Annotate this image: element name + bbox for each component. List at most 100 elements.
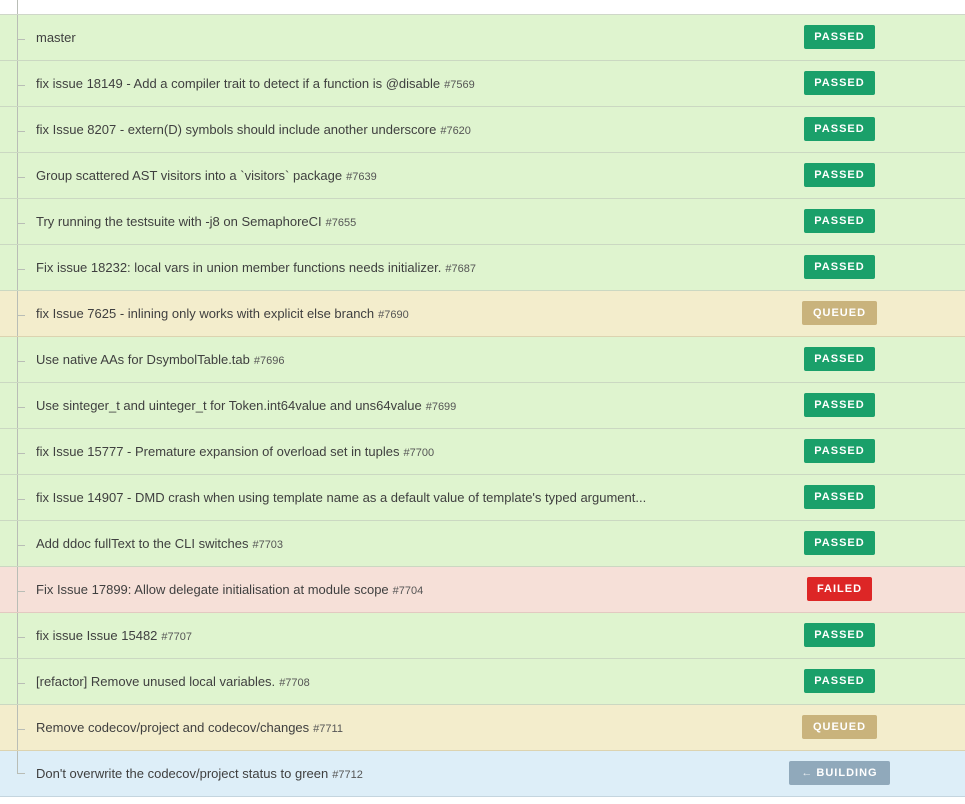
list-item[interactable]: Try running the testsuite with -j8 on Se… (0, 199, 965, 245)
branch-connector-icon (17, 173, 25, 178)
item-title[interactable]: Add ddoc fullText to the CLI switches #77… (36, 536, 283, 551)
item-title-text: Remove codecov/project and codecov/chang… (36, 720, 310, 735)
pr-number: #7620 (440, 125, 471, 137)
pr-number: #7703 (252, 539, 284, 551)
item-title[interactable]: [refactor] Remove unused local variables… (36, 674, 310, 689)
item-title-text: fix Issue 7625 - inlining only works wit… (36, 306, 375, 321)
item-title[interactable]: fix issue 18149 - Add a compiler trait t… (36, 76, 475, 91)
status-badge[interactable]: PASSED (804, 485, 875, 509)
status-badge[interactable]: PASSED (804, 623, 875, 647)
item-title-text: [refactor] Remove unused local variables… (36, 674, 276, 689)
pr-number: #7704 (392, 585, 424, 597)
status-badge[interactable]: ← BUILDING (789, 761, 890, 785)
tree-line (17, 0, 18, 14)
item-title-text: Don't overwrite the codecov/project stat… (36, 766, 329, 781)
branch-connector-icon (17, 35, 25, 40)
pr-number: #7569 (444, 79, 475, 91)
status-badge[interactable]: PASSED (804, 531, 875, 555)
item-title-text: Fix issue 18232: local vars in union mem… (36, 260, 442, 275)
item-title-text: master (36, 30, 76, 45)
arrow-left-icon: ← (801, 767, 814, 779)
list-item[interactable]: master PASSED (0, 15, 965, 61)
status-badge[interactable]: PASSED (804, 255, 875, 279)
pr-number: #7712 (332, 769, 363, 781)
item-title[interactable]: fix Issue 8207 - extern(D) symbols shoul… (36, 122, 471, 137)
status-badge[interactable]: PASSED (804, 347, 875, 371)
status-badge[interactable]: QUEUED (802, 301, 877, 325)
status-badge[interactable]: PASSED (804, 209, 875, 233)
item-title[interactable]: Fix issue 18232: local vars in union mem… (36, 260, 476, 275)
item-title[interactable]: Remove codecov/project and codecov/chang… (36, 720, 343, 735)
item-title[interactable]: fix Issue 15777 - Premature expansion of… (36, 444, 434, 459)
item-title-text: fix Issue 15777 - Premature expansion of… (36, 444, 400, 459)
status-badge-label: BUILDING (816, 767, 878, 779)
pr-number: #7711 (313, 723, 343, 735)
pr-number: #7699 (425, 401, 457, 413)
item-title[interactable]: master (36, 30, 80, 45)
item-title[interactable]: Use sinteger_t and uinteger_t for Token.… (36, 398, 456, 413)
list-item[interactable]: Fix issue 18232: local vars in union mem… (0, 245, 965, 291)
branch-connector-icon (17, 725, 25, 730)
list-item[interactable]: Add ddoc fullText to the CLI switches #77… (0, 521, 965, 567)
branch-connector-icon (17, 449, 25, 454)
item-title-text: Try running the testsuite with -j8 on Se… (36, 214, 322, 229)
branch-connector-icon (17, 633, 25, 638)
list-item[interactable]: Don't overwrite the codecov/project stat… (0, 751, 965, 797)
pr-number: #7690 (378, 309, 409, 321)
item-title-text: fix Issue 8207 - extern(D) symbols shoul… (36, 122, 437, 137)
item-title[interactable]: Try running the testsuite with -j8 on Se… (36, 214, 356, 229)
branch-connector-icon (17, 81, 25, 86)
list-item[interactable]: fix Issue 8207 - extern(D) symbols shoul… (0, 107, 965, 153)
pr-number: #7655 (325, 217, 357, 229)
status-badge[interactable]: PASSED (804, 25, 875, 49)
branch-connector-icon (17, 541, 25, 546)
pr-number: #7696 (253, 355, 285, 367)
item-title[interactable]: fix issue Issue 15482 #7707 (36, 628, 192, 643)
status-badge[interactable]: QUEUED (802, 715, 877, 739)
status-badge[interactable]: PASSED (804, 163, 875, 187)
list-item[interactable]: Use sinteger_t and uinteger_t for Token.… (0, 383, 965, 429)
list-item[interactable]: [refactor] Remove unused local variables… (0, 659, 965, 705)
list-item[interactable]: Fix Issue 17899: Allow delegate initiali… (0, 567, 965, 613)
list-item[interactable]: Group scattered AST visitors into a `vis… (0, 153, 965, 199)
item-title-text: Fix Issue 17899: Allow delegate initiali… (36, 582, 389, 597)
item-title-text: Use sinteger_t and uinteger_t for Token.… (36, 398, 422, 413)
branch-connector-icon (17, 403, 25, 408)
status-badge[interactable]: PASSED (804, 439, 875, 463)
list-item[interactable]: Use native AAs for DsymbolTable.tab #7696… (0, 337, 965, 383)
list-item[interactable]: fix issue 18149 - Add a compiler trait t… (0, 61, 965, 107)
item-title[interactable]: fix Issue 7625 - inlining only works wit… (36, 306, 409, 321)
item-title-text: Use native AAs for DsymbolTable.tab (36, 352, 250, 367)
status-badge[interactable]: PASSED (804, 393, 875, 417)
list-item[interactable]: fix Issue 7625 - inlining only works wit… (0, 291, 965, 337)
list-item[interactable]: Remove codecov/project and codecov/chang… (0, 705, 965, 751)
item-title-text: fix Issue 14907 - DMD crash when using t… (36, 490, 647, 505)
status-badge[interactable]: PASSED (804, 669, 875, 693)
item-title-text: Group scattered AST visitors into a `vis… (36, 168, 343, 183)
branch-connector-icon (17, 587, 25, 592)
status-badge[interactable]: FAILED (807, 577, 872, 601)
item-title[interactable]: fix Issue 14907 - DMD crash when using t… (36, 490, 650, 505)
list-item[interactable]: fix issue Issue 15482 #7707 PASSED (0, 613, 965, 659)
status-badge[interactable]: PASSED (804, 71, 875, 95)
branch-connector-icon (17, 768, 25, 774)
item-title[interactable]: Group scattered AST visitors into a `vis… (36, 168, 377, 183)
branch-connector-icon (17, 311, 25, 316)
list-header-spacer (0, 0, 965, 15)
branch-connector-icon (17, 265, 25, 270)
item-title-text: Add ddoc fullText to the CLI switches (36, 536, 249, 551)
item-title[interactable]: Don't overwrite the codecov/project stat… (36, 766, 363, 781)
pr-number: #7700 (403, 447, 435, 459)
branch-connector-icon (17, 495, 25, 500)
item-title[interactable]: Use native AAs for DsymbolTable.tab #7696 (36, 352, 284, 367)
branch-connector-icon (17, 127, 25, 132)
list-item[interactable]: fix Issue 14907 - DMD crash when using t… (0, 475, 965, 521)
item-title-text: fix issue 18149 - Add a compiler trait t… (36, 76, 441, 91)
pr-number: #7708 (279, 677, 310, 689)
pr-number: #7639 (346, 171, 377, 183)
pr-number: #7707 (161, 631, 192, 643)
item-title[interactable]: Fix Issue 17899: Allow delegate initiali… (36, 582, 423, 597)
status-badge[interactable]: PASSED (804, 117, 875, 141)
list-item[interactable]: fix Issue 15777 - Premature expansion of… (0, 429, 965, 475)
pull-request-list: master PASSED fix issue 18149 - Add a co… (0, 0, 965, 797)
